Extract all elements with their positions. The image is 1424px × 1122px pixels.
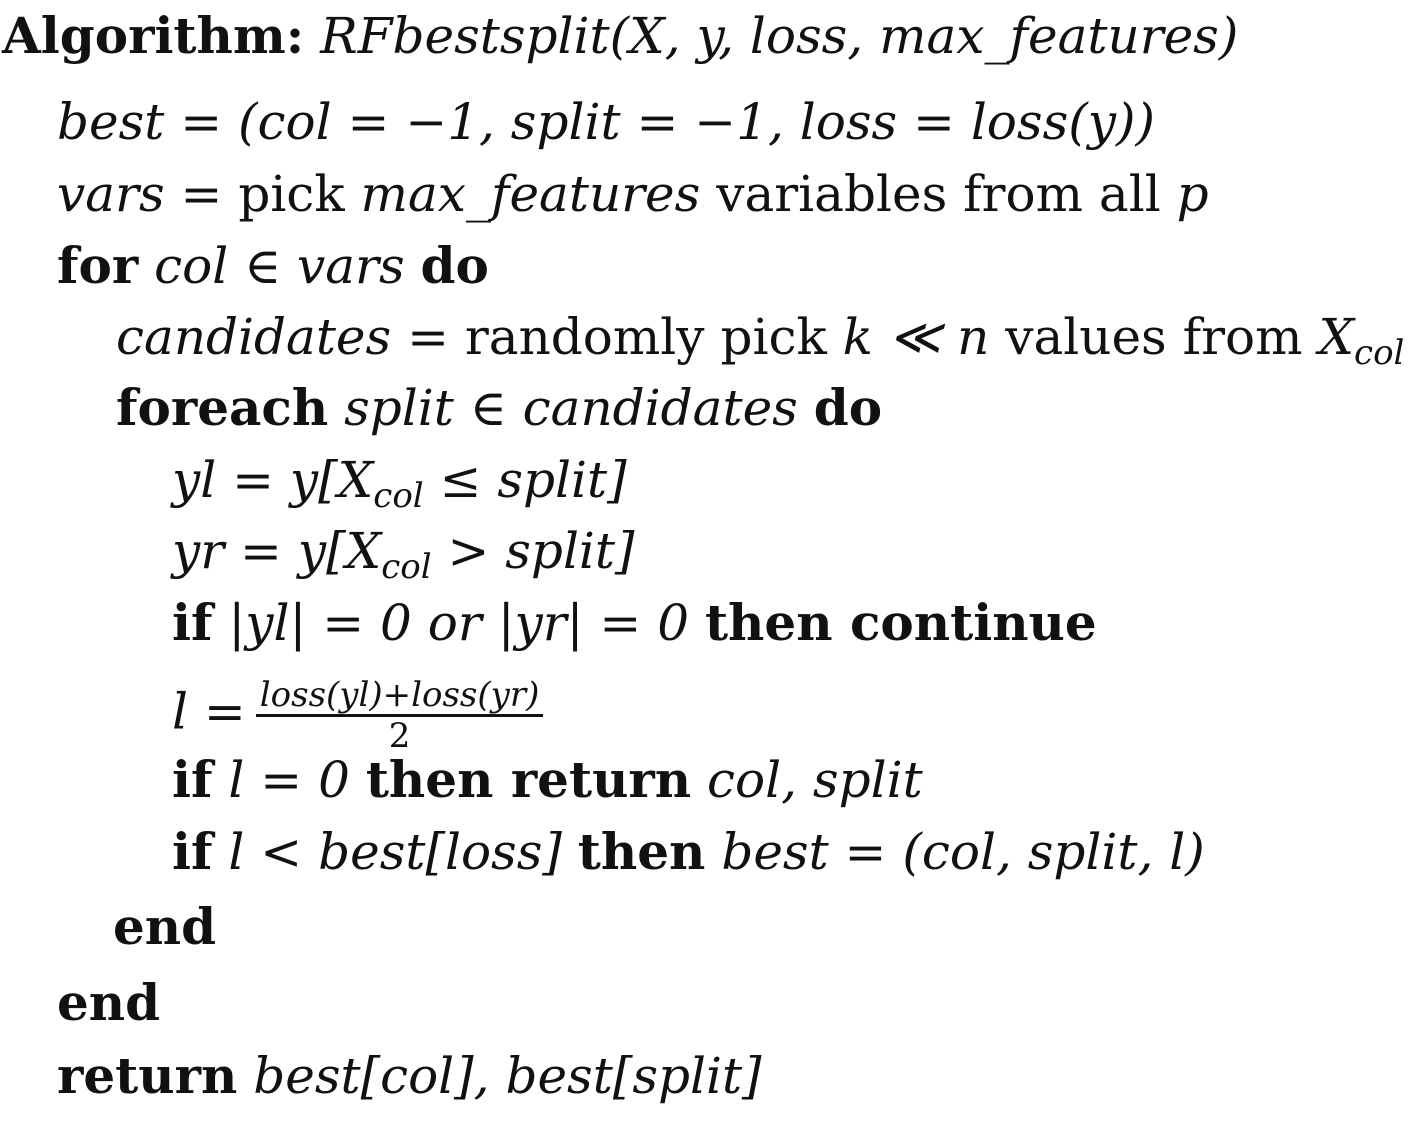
end-outer-keyword: end bbox=[57, 973, 161, 1032]
if-better-keyword: if bbox=[172, 822, 213, 881]
line-yl: yl = y[Xcol ≤ split] bbox=[172, 450, 627, 526]
for-keyword: for bbox=[57, 236, 139, 295]
vars-from-text: variables from all bbox=[716, 165, 1161, 223]
if-empty-cond-left: |yl| = 0 bbox=[228, 594, 412, 652]
line-return: return best[col], best[split] bbox=[57, 1046, 762, 1106]
foreach-do-keyword: do bbox=[813, 378, 883, 437]
line-end-outer: end bbox=[57, 973, 160, 1033]
loss-average-fraction: loss(yl)+loss(yr) 2 bbox=[255, 676, 544, 755]
candidates-k-n: k ≪ n bbox=[842, 308, 990, 366]
if-empty-cond-right: |yr| = 0 bbox=[497, 594, 690, 652]
algorithm-heading-label: Algorithm: bbox=[2, 6, 305, 65]
for-do-keyword: do bbox=[420, 236, 489, 295]
if-zero-then-return: then return bbox=[365, 750, 692, 809]
if-empty-then-continue: then continue bbox=[704, 593, 1097, 652]
yr-rhs: > split] bbox=[447, 522, 635, 580]
if-zero-keyword: if bbox=[172, 750, 213, 809]
algorithm-document: Algorithm: RFbestsplit(X, y, loss, max_f… bbox=[0, 0, 1424, 1122]
if-zero-return-values: col, split bbox=[707, 751, 923, 809]
end-inner-keyword: end bbox=[113, 897, 217, 956]
vars-p: p bbox=[1176, 165, 1209, 223]
line-vars: vars = pick max_features variables from … bbox=[57, 164, 1209, 224]
line-end-inner: end bbox=[113, 897, 216, 957]
candidates-x: X bbox=[1318, 308, 1355, 366]
for-condition: col ∈ vars bbox=[154, 237, 405, 295]
line-foreach: foreach split ∈ candidates do bbox=[116, 378, 882, 438]
if-better-then: then bbox=[577, 822, 706, 881]
algorithm-signature: RFbestsplit(X, y, loss, max_features) bbox=[320, 7, 1239, 65]
best-init-text: best = (col = −1, split = −1, loss = los… bbox=[57, 93, 1155, 151]
line-yr: yr = y[Xcol > split] bbox=[172, 521, 635, 597]
algorithm-header: Algorithm: RFbestsplit(X, y, loss, max_f… bbox=[2, 6, 1238, 66]
yr-x-subscript: col bbox=[381, 547, 432, 587]
yr-lhs: yr = y[X bbox=[172, 522, 382, 580]
line-for: for col ∈ vars do bbox=[57, 236, 489, 296]
candidates-pick-text: randomly pick bbox=[464, 308, 827, 366]
line-candidates: candidates = randomly pick k ≪ n values … bbox=[116, 307, 1404, 383]
vars-max-features: max_features bbox=[360, 165, 701, 223]
return-values: best[col], best[split] bbox=[253, 1047, 762, 1105]
line-l-assign: l = loss(yl)+loss(yr) 2 bbox=[172, 676, 544, 755]
vars-lhs: vars = bbox=[57, 165, 223, 223]
yl-x-subscript: col bbox=[373, 476, 424, 516]
line-if-better: if l < best[loss] then best = (col, spli… bbox=[172, 822, 1205, 882]
if-better-cond: l < best[loss] bbox=[228, 823, 562, 881]
return-keyword: return bbox=[57, 1046, 238, 1105]
if-empty-or: or bbox=[427, 594, 482, 652]
yl-lhs: yl = y[X bbox=[172, 451, 374, 509]
if-empty-keyword: if bbox=[172, 593, 213, 652]
candidates-from-text: values from bbox=[1005, 308, 1303, 366]
if-better-assign: best = (col, split, l) bbox=[721, 823, 1205, 881]
fraction-numerator: loss(yl)+loss(yr) bbox=[255, 676, 544, 717]
line-if-zero: if l = 0 then return col, split bbox=[172, 750, 923, 810]
line-best-init: best = (col = −1, split = −1, loss = los… bbox=[57, 92, 1155, 152]
line-if-empty: if |yl| = 0 or |yr| = 0 then continue bbox=[172, 593, 1097, 653]
yl-rhs: ≤ split] bbox=[439, 451, 627, 509]
candidates-lhs: candidates = bbox=[116, 308, 449, 366]
candidates-x-subscript: col bbox=[1354, 333, 1405, 373]
l-lhs: l = bbox=[172, 682, 246, 741]
if-zero-cond: l = 0 bbox=[228, 751, 350, 809]
vars-pick-text: pick bbox=[238, 165, 345, 223]
foreach-keyword: foreach bbox=[116, 378, 329, 437]
foreach-condition: split ∈ candidates bbox=[344, 379, 798, 437]
